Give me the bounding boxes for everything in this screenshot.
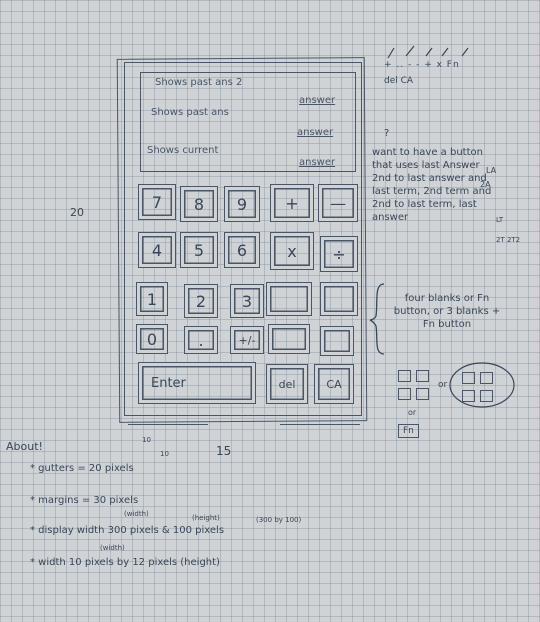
- key-plus[interactable]: +: [270, 184, 314, 222]
- display-line-3: Shows current: [147, 145, 219, 156]
- about-gutters: * gutters = 20 pixels: [30, 463, 134, 474]
- about-display-height-tag: (height): [192, 514, 220, 522]
- measure-label-10b: 10: [160, 450, 169, 458]
- blank-key-1[interactable]: [266, 282, 312, 316]
- del-button[interactable]: del: [266, 364, 308, 404]
- blank-key-4[interactable]: [320, 326, 354, 356]
- about-display: * display width 300 pixels & 100 pixels: [30, 525, 225, 536]
- key-4[interactable]: 4: [138, 232, 176, 268]
- measure-label-10a: 10: [142, 436, 151, 444]
- key-5[interactable]: 5: [180, 232, 218, 268]
- note-2t: 2T 2T2: [496, 236, 521, 244]
- clear-all-button[interactable]: CA: [314, 364, 354, 404]
- key-plus-minus[interactable]: +/-: [230, 326, 264, 354]
- or-label-2: or: [408, 408, 417, 417]
- measure-line-left: [128, 424, 208, 425]
- about-display-size: (300 by 100): [256, 516, 302, 524]
- key-multiply[interactable]: x: [270, 232, 314, 270]
- top-symbols-row-2: del CA: [384, 76, 414, 86]
- key-0[interactable]: 0: [136, 324, 168, 354]
- key-6[interactable]: 6: [224, 232, 260, 268]
- enter-button[interactable]: Enter: [138, 362, 256, 404]
- spacing-label-20: 20: [70, 206, 84, 219]
- circle-highlight-icon: [449, 362, 515, 408]
- about-title: About!: [6, 440, 43, 453]
- key-2[interactable]: 2: [184, 284, 218, 318]
- measure-line-right: [280, 424, 360, 425]
- key-3[interactable]: 3: [230, 284, 264, 318]
- key-8[interactable]: 8: [180, 186, 218, 222]
- note-2a: 2A: [480, 180, 491, 189]
- display-panel: Shows past ans 2 answer Shows past ans a…: [140, 72, 356, 172]
- display-line-2: Shows past ans: [151, 107, 229, 118]
- note-lt: LT: [496, 216, 504, 224]
- note-last-answer-button: want to have a button that uses last Ans…: [372, 147, 492, 223]
- note-question-mark: ?: [384, 128, 390, 139]
- key-7[interactable]: 7: [138, 184, 176, 220]
- display-line-1: Shows past ans 2: [155, 77, 243, 88]
- blank-key-3[interactable]: [268, 324, 310, 354]
- brace-icon: [369, 283, 385, 355]
- about-width-tag: (width): [100, 544, 125, 552]
- note-la: LA: [486, 166, 497, 175]
- display-answer-2: answer: [297, 127, 334, 138]
- fn-button-sketch: Fn: [398, 424, 419, 438]
- top-symbols-row-1: + .. - - + x Fn: [384, 60, 460, 70]
- key-9[interactable]: 9: [224, 186, 260, 222]
- note-blank-keys: four blanks or Fn button, or 3 blanks + …: [393, 293, 501, 330]
- display-answer-3: answer: [299, 157, 336, 168]
- display-answer-1: answer: [299, 95, 336, 106]
- blank-key-2[interactable]: [320, 282, 358, 316]
- or-label-1: or: [438, 380, 448, 390]
- key-decimal[interactable]: .: [184, 326, 218, 354]
- about-margins: * margins = 30 pixels: [30, 495, 139, 506]
- about-display-width-tag: (width): [124, 510, 149, 518]
- key-divide[interactable]: ÷: [320, 236, 358, 272]
- key-minus[interactable]: —: [318, 184, 358, 222]
- measure-label-15: 15: [216, 444, 232, 458]
- about-width: * width 10 pixels by 12 pixels (height): [30, 557, 220, 568]
- key-1[interactable]: 1: [136, 282, 168, 316]
